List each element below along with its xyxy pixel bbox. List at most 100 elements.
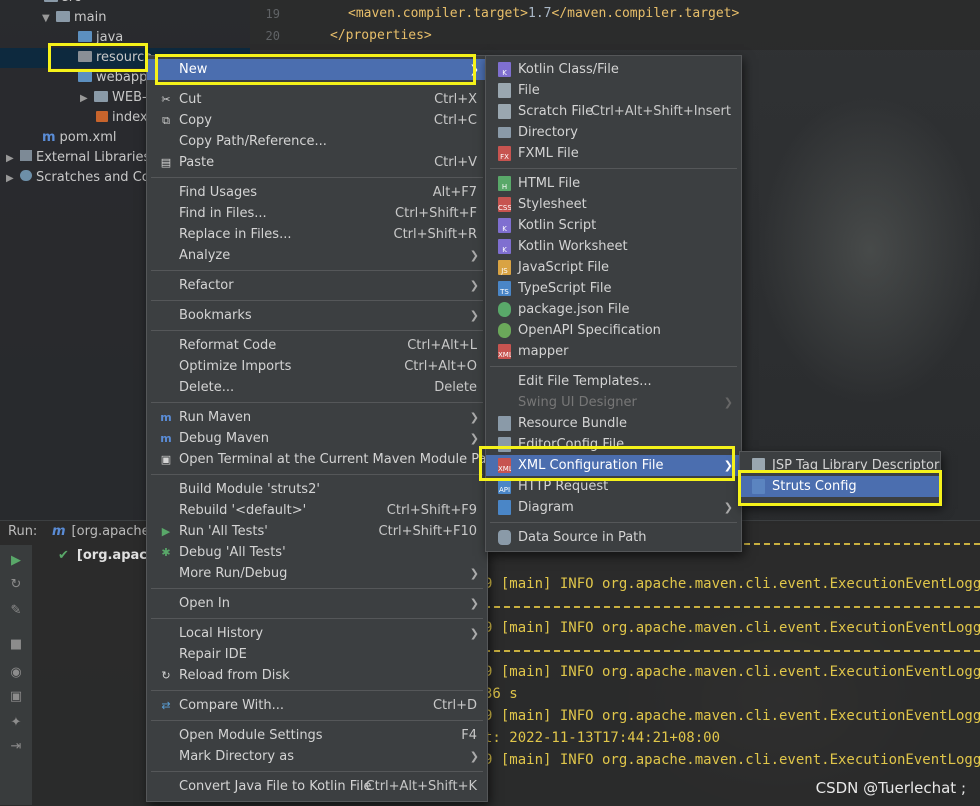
menu-item-optimize-imports[interactable]: Optimize Imports Ctrl+Alt+O <box>147 356 487 377</box>
menu-item-find-usages[interactable]: Find Usages Alt+F7 <box>147 182 487 203</box>
chevron-down-icon[interactable]: ▼ <box>42 9 56 29</box>
menu-item-open-terminal[interactable]: ▣ Open Terminal at the Current Maven Modu… <box>147 449 500 470</box>
new-item-scratch-file[interactable]: Scratch File Ctrl+Alt+Shift+Insert <box>486 101 741 122</box>
new-item-stylesheet[interactable]: CSS Stylesheet <box>486 194 741 215</box>
line-number: 19 <box>265 7 280 21</box>
menu-item-delete[interactable]: Delete... Delete <box>147 377 487 398</box>
rerun-icon[interactable]: ↻ <box>8 577 24 593</box>
new-item-javascript[interactable]: JS JavaScript File <box>486 257 741 278</box>
new-item-diagram[interactable]: Diagram ❯ <box>486 497 741 518</box>
menu-item-build-module[interactable]: Build Module 'struts2' <box>147 479 487 500</box>
new-item-directory[interactable]: Directory <box>486 122 741 143</box>
new-item-fxml[interactable]: FX FXML File <box>486 143 741 164</box>
pin-icon[interactable]: ✦ <box>8 715 24 731</box>
stop-icon[interactable]: ■ <box>8 637 24 653</box>
new-item-kotlin-class[interactable]: K Kotlin Class/File <box>486 59 741 80</box>
log-line: 9 [main] INFO org.apache.maven.cli.event… <box>484 752 980 768</box>
chevron-right-icon[interactable]: ▶ <box>80 89 94 109</box>
menu-item-analyze[interactable]: Analyze ❯ <box>147 245 487 266</box>
kotlin-worksheet-icon: K <box>498 239 511 254</box>
maven-icon: m <box>42 130 56 145</box>
menu-item-debug-maven[interactable]: m Debug Maven ❯ <box>147 428 487 449</box>
compare-icon: ⇄ <box>161 699 171 712</box>
exit-icon[interactable]: ⇥ <box>8 739 24 755</box>
typescript-file-icon: TS <box>498 281 511 296</box>
tree-item-external-libraries[interactable]: ▶ External Libraries <box>6 148 150 168</box>
menu-separator <box>151 270 483 271</box>
new-item-resource-bundle[interactable]: Resource Bundle <box>486 413 741 434</box>
source-folder-icon <box>78 31 92 42</box>
new-item-kotlin-worksheet[interactable]: K Kotlin Worksheet <box>486 236 741 257</box>
menu-item-more-run-debug[interactable]: More Run/Debug ❯ <box>147 563 487 584</box>
run-tab[interactable]: m [org.apache <box>52 524 150 539</box>
menu-separator <box>490 522 737 523</box>
menu-item-local-history[interactable]: Local History ❯ <box>147 623 487 644</box>
tree-item-pom[interactable]: m pom.xml <box>42 128 117 148</box>
scissors-icon: ✂ <box>161 93 171 106</box>
chevron-right-icon: ❯ <box>469 309 479 322</box>
new-item-package-json[interactable]: package.json File <box>486 299 741 320</box>
chevron-right-icon[interactable]: ▶ <box>6 149 20 169</box>
menu-item-paste[interactable]: ▤ Paste Ctrl+V <box>147 152 487 173</box>
menu-item-bookmarks[interactable]: Bookmarks ❯ <box>147 305 487 326</box>
new-item-data-source[interactable]: Data Source in Path <box>486 527 741 548</box>
menu-separator <box>151 177 483 178</box>
chevron-right-icon: ❯ <box>469 279 479 292</box>
log-line: 9 [main] INFO org.apache.maven.cli.event… <box>484 708 980 724</box>
menu-separator <box>151 690 483 691</box>
log-line: 9 [main] INFO org.apache.maven.cli.event… <box>484 620 980 636</box>
menu-separator <box>151 720 483 721</box>
new-item-file[interactable]: File <box>486 80 741 101</box>
menu-item-run-tests[interactable]: ▶ Run 'All Tests' Ctrl+Shift+F10 <box>147 521 487 542</box>
menu-item-copy-path[interactable]: Copy Path/Reference... <box>147 131 487 152</box>
new-item-typescript[interactable]: TS TypeScript File <box>486 278 741 299</box>
menu-separator <box>151 771 483 772</box>
run-tree-item[interactable]: ✔ [org.apach <box>58 548 156 563</box>
chevron-right-icon[interactable]: ▶ <box>6 169 20 189</box>
log-separator <box>484 606 980 608</box>
new-item-html[interactable]: H HTML File <box>486 173 741 194</box>
clipboard-icon: ▤ <box>160 156 172 169</box>
tree-item-src[interactable]: src <box>44 0 81 8</box>
menu-item-run-maven[interactable]: m Run Maven ❯ <box>147 407 487 428</box>
wrench-icon[interactable]: ✎ <box>8 603 24 619</box>
maven-icon: m <box>52 524 66 539</box>
menu-separator <box>490 168 737 169</box>
camera-icon[interactable]: ▣ <box>8 689 24 705</box>
css-file-icon: CSS <box>498 197 511 212</box>
menu-item-convert-to-kotlin[interactable]: Convert Java File to Kotlin File Ctrl+Alt… <box>147 776 487 797</box>
context-menu: New ❯ ✂ Cut Ctrl+X ⧉ Copy Ctrl+C Copy Path/Re… <box>146 55 500 802</box>
menu-item-module-settings[interactable]: Open Module Settings F4 <box>147 725 487 746</box>
menu-item-replace-in-files[interactable]: Replace in Files... Ctrl+Shift+R <box>147 224 487 245</box>
new-item-mapper[interactable]: XML mapper <box>486 341 741 362</box>
highlight-box <box>479 446 735 481</box>
new-item-openapi[interactable]: OpenAPI Specification <box>486 320 741 341</box>
new-item-edit-templates[interactable]: Edit File Templates... <box>486 371 741 392</box>
tree-item-index[interactable]: index <box>96 108 148 128</box>
menu-item-mark-directory[interactable]: Mark Directory as ❯ <box>147 746 487 767</box>
menu-item-rebuild[interactable]: Rebuild '<default>' Ctrl+Shift+F9 <box>147 500 487 521</box>
eye-icon[interactable]: ◉ <box>8 665 24 681</box>
tree-item-scratches[interactable]: ▶ Scratches and Co <box>6 168 150 188</box>
menu-item-copy[interactable]: ⧉ Copy Ctrl+C <box>147 110 487 131</box>
menu-item-compare-with[interactable]: ⇄ Compare With... Ctrl+D <box>147 695 487 716</box>
new-item-kotlin-script[interactable]: K Kotlin Script <box>486 215 741 236</box>
menu-item-debug-tests[interactable]: ✱ Debug 'All Tests' <box>147 542 487 563</box>
maven-debug-icon: m <box>160 432 172 445</box>
menu-item-cut[interactable]: ✂ Cut Ctrl+X <box>147 89 487 110</box>
tree-item-web-inf[interactable]: ▶ WEB- <box>80 88 147 108</box>
menu-separator <box>151 330 483 331</box>
menu-item-reload-from-disk[interactable]: ↻ Reload from Disk <box>147 665 487 686</box>
chevron-right-icon: ❯ <box>469 567 479 580</box>
menu-item-repair-ide[interactable]: Repair IDE <box>147 644 487 665</box>
chevron-right-icon: ❯ <box>469 249 479 262</box>
log-line: 9 [main] INFO org.apache.maven.cli.event… <box>484 664 980 680</box>
tree-item-main[interactable]: ▼ main <box>42 8 106 28</box>
menu-separator <box>151 300 483 301</box>
run-icon[interactable]: ▶ <box>8 553 24 569</box>
menu-item-open-in[interactable]: Open In ❯ <box>147 593 487 614</box>
menu-item-refactor[interactable]: Refactor ❯ <box>147 275 487 296</box>
menu-item-find-in-files[interactable]: Find in Files... Ctrl+Shift+F <box>147 203 487 224</box>
menu-item-reformat-code[interactable]: Reformat Code Ctrl+Alt+L <box>147 335 487 356</box>
scratches-icon <box>20 170 32 181</box>
